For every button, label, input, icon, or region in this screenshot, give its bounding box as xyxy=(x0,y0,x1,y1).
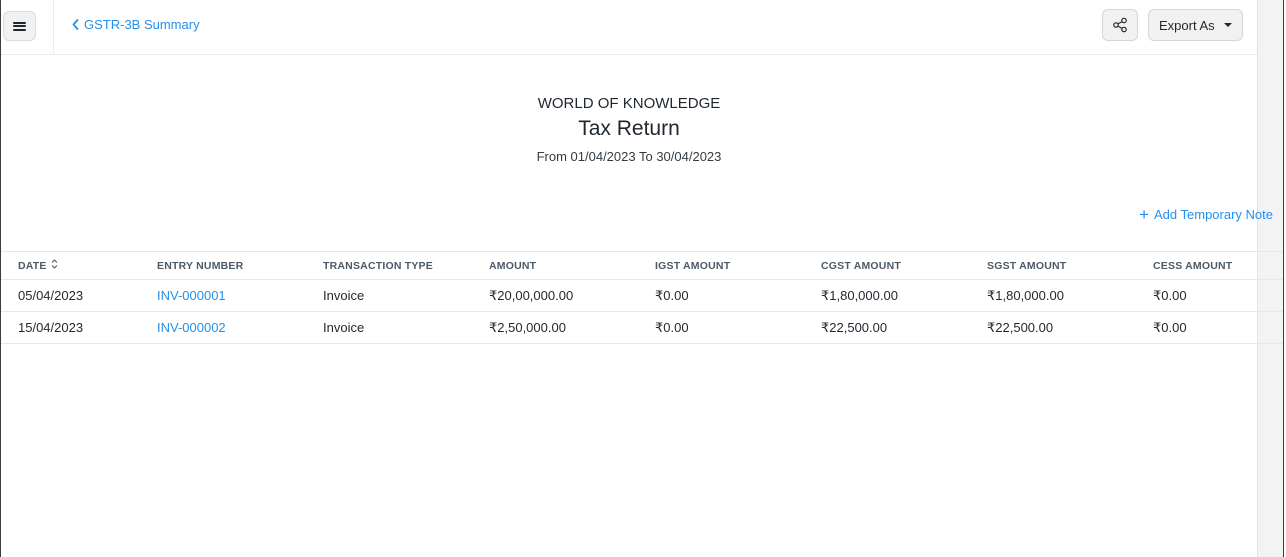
cell-cess-amount: ₹0.00 xyxy=(1153,311,1283,344)
menu-toggle-button[interactable] xyxy=(3,11,36,41)
cell-igst-amount: ₹0.00 xyxy=(655,279,821,312)
column-header-entry-number: ENTRY NUMBER xyxy=(157,251,323,280)
top-toolbar: GSTR-3B Summary Export As xyxy=(1,0,1257,55)
back-link-label: GSTR-3B Summary xyxy=(84,17,200,32)
entry-number-link[interactable]: INV-000002 xyxy=(157,311,323,344)
report-title: Tax Return xyxy=(578,117,680,140)
table-row: 15/04/2023 INV-000002 Invoice ₹2,50,000.… xyxy=(1,311,1283,344)
cell-date: 15/04/2023 xyxy=(1,311,157,344)
cell-cgst-amount: ₹22,500.00 xyxy=(821,311,987,344)
report-period: From 01/04/2023 To 30/04/2023 xyxy=(536,149,722,164)
share-button[interactable] xyxy=(1102,9,1138,41)
cell-amount: ₹20,00,000.00 xyxy=(489,279,655,312)
chevron-left-icon xyxy=(72,19,79,30)
add-temporary-note-button[interactable]: + Add Temporary Note xyxy=(1139,205,1273,224)
sort-icon xyxy=(51,259,57,269)
export-as-label: Export As xyxy=(1159,17,1215,33)
column-header-cess-amount: CESS AMOUNT xyxy=(1153,251,1283,280)
export-as-dropdown[interactable]: Export As xyxy=(1148,9,1243,41)
table-header-row: DATE ENTRY NUMBER TRANSACTION TYPE AMOUN… xyxy=(1,251,1283,280)
cell-date: 05/04/2023 xyxy=(1,279,157,312)
column-header-cgst-amount: CGST AMOUNT xyxy=(821,251,987,280)
column-header-date[interactable]: DATE xyxy=(1,251,157,280)
back-to-gstr3b-summary-link[interactable]: GSTR-3B Summary xyxy=(72,17,200,32)
column-header-transaction-type: TRANSACTION TYPE xyxy=(323,251,489,280)
cell-cgst-amount: ₹1,80,000.00 xyxy=(821,279,987,312)
column-header-igst-amount: IGST AMOUNT xyxy=(655,251,821,280)
caret-down-icon xyxy=(1224,23,1232,27)
share-icon xyxy=(1113,17,1127,33)
cell-transaction-type: Invoice xyxy=(323,311,489,344)
app-window: GSTR-3B Summary Export As WORLD OF KNOWL… xyxy=(0,0,1284,557)
entry-number-link[interactable]: INV-000001 xyxy=(157,279,323,312)
table-row: 05/04/2023 INV-000001 Invoice ₹20,00,000… xyxy=(1,279,1283,312)
hamburger-icon xyxy=(13,21,26,31)
cell-cess-amount: ₹0.00 xyxy=(1153,279,1283,312)
toolbar-divider xyxy=(53,0,54,55)
cell-igst-amount: ₹0.00 xyxy=(655,311,821,344)
cell-sgst-amount: ₹1,80,000.00 xyxy=(987,279,1153,312)
cell-sgst-amount: ₹22,500.00 xyxy=(987,311,1153,344)
company-name: WORLD OF KNOWLEDGE xyxy=(537,95,721,112)
cell-transaction-type: Invoice xyxy=(323,279,489,312)
tax-return-table: DATE ENTRY NUMBER TRANSACTION TYPE AMOUN… xyxy=(1,251,1283,344)
column-header-sgst-amount: SGST AMOUNT xyxy=(987,251,1153,280)
column-header-amount: AMOUNT xyxy=(489,251,655,280)
plus-icon: + xyxy=(1139,205,1149,224)
cell-amount: ₹2,50,000.00 xyxy=(489,311,655,344)
add-note-label: Add Temporary Note xyxy=(1154,207,1273,222)
